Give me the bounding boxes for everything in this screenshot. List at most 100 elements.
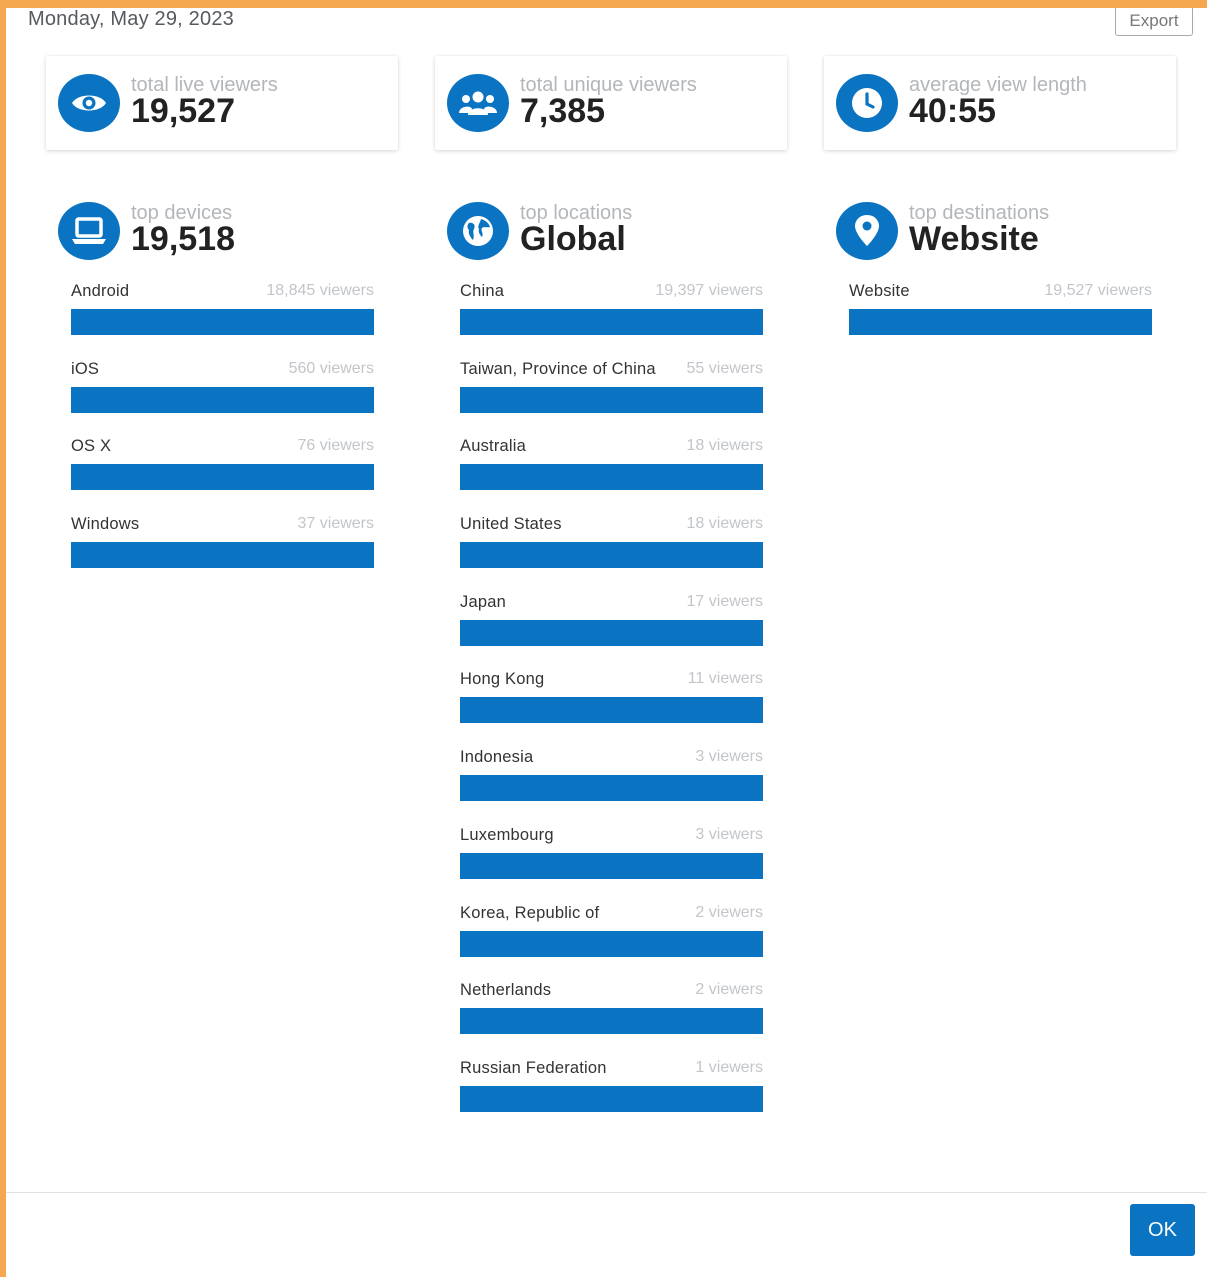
item-count: 2 viewers xyxy=(695,903,763,921)
laptop-icon xyxy=(58,202,120,260)
progress-bar xyxy=(71,464,374,491)
item-count: 76 viewers xyxy=(297,437,374,455)
list-item: Netherlands 2 viewers xyxy=(460,981,763,1059)
progress-bar xyxy=(460,542,763,569)
item-count: 17 viewers xyxy=(686,592,763,610)
item-name: Japan xyxy=(460,592,506,611)
item-name: Korea, Republic of xyxy=(460,903,600,922)
progress-bar xyxy=(71,542,374,569)
progress-bar-fill xyxy=(460,775,763,802)
item-count: 11 viewers xyxy=(687,670,763,688)
progress-bar-fill xyxy=(460,1008,763,1035)
item-name: Taiwan, Province of China xyxy=(460,359,656,378)
progress-bar-fill xyxy=(71,309,374,335)
eye-icon xyxy=(58,74,120,132)
progress-bar-fill xyxy=(460,542,763,569)
progress-bar-fill xyxy=(71,542,374,569)
item-name: Indonesia xyxy=(460,748,534,767)
item-count: 3 viewers xyxy=(695,748,763,766)
stat-value: 7,385 xyxy=(520,92,606,130)
ok-button[interactable]: OK xyxy=(1130,1204,1195,1256)
item-count: 18,845 viewers xyxy=(266,282,374,299)
location-list: China 19,397 viewers Taiwan, Province of C… xyxy=(460,282,763,1137)
progress-bar xyxy=(460,1085,763,1112)
footer-divider xyxy=(6,1192,1207,1193)
list-item: Android 18,845 viewers xyxy=(71,282,374,360)
live-viewers-card: total live viewers 19,527 xyxy=(46,56,398,150)
item-count: 55 viewers xyxy=(686,359,763,377)
progress-bar-fill xyxy=(460,697,763,724)
item-name: United States xyxy=(460,515,562,534)
users-icon xyxy=(447,74,509,132)
stat-value: 19,518 xyxy=(131,220,235,258)
list-item: Australia 18 viewers xyxy=(460,437,763,515)
stats-dialog: Monday, May 29, 2023 Export total live v… xyxy=(6,8,1207,1277)
item-name: Netherlands xyxy=(460,981,552,1000)
map-pin-icon xyxy=(836,202,898,260)
item-name: Windows xyxy=(71,515,140,534)
destination-list: Website 19,527 viewers xyxy=(849,282,1152,360)
list-item: Hong Kong 11 viewers xyxy=(460,670,763,748)
device-list: Android 18,845 viewers iOS 560 viewers OS X 7… xyxy=(71,282,374,593)
progress-bar xyxy=(460,464,763,491)
list-item: Luxembourg 3 viewers xyxy=(460,826,763,904)
progress-bar xyxy=(849,309,1152,335)
item-name: Hong Kong xyxy=(460,670,545,689)
item-name: China xyxy=(460,282,505,300)
stat-value: Global xyxy=(520,220,626,258)
item-count: 1 viewers xyxy=(695,1058,763,1076)
progress-bar-fill xyxy=(849,309,1152,335)
item-count: 19,397 viewers xyxy=(655,282,763,299)
list-item: OS X 76 viewers xyxy=(71,437,374,515)
progress-bar xyxy=(71,386,374,413)
list-item: Indonesia 3 viewers xyxy=(460,748,763,826)
progress-bar xyxy=(460,1008,763,1035)
progress-bar xyxy=(460,775,763,802)
list-item: China 19,397 viewers xyxy=(460,282,763,360)
item-count: 19,527 viewers xyxy=(1044,282,1152,299)
progress-bar xyxy=(460,852,763,879)
stat-value: Website xyxy=(909,220,1039,258)
progress-bar xyxy=(460,930,763,957)
export-button[interactable]: Export xyxy=(1115,8,1193,36)
progress-bar-fill xyxy=(460,309,763,335)
item-count: 3 viewers xyxy=(695,825,763,843)
report-date: Monday, May 29, 2023 xyxy=(28,8,234,30)
list-item: Website 19,527 viewers xyxy=(849,282,1152,360)
unique-viewers-card: total unique viewers 7,385 xyxy=(435,56,787,150)
item-count: 37 viewers xyxy=(297,515,374,533)
list-item: Windows 37 viewers xyxy=(71,515,374,593)
list-item: United States 18 viewers xyxy=(460,515,763,593)
list-item: Taiwan, Province of China 55 viewers xyxy=(460,360,763,438)
stat-value: 40:55 xyxy=(909,92,996,130)
progress-bar-fill xyxy=(71,386,374,413)
progress-bar xyxy=(71,309,374,335)
list-item: iOS 560 viewers xyxy=(71,360,374,438)
item-name: Russian Federation xyxy=(460,1058,607,1077)
progress-bar-fill xyxy=(460,852,763,879)
globe-icon xyxy=(447,202,509,260)
item-name: Website xyxy=(849,282,910,300)
item-name: Luxembourg xyxy=(460,825,554,844)
item-count: 2 viewers xyxy=(695,981,763,999)
item-name: OS X xyxy=(71,437,112,456)
view-length-card: average view length 40:55 xyxy=(824,56,1176,150)
item-name: iOS xyxy=(71,359,100,378)
progress-bar xyxy=(460,619,763,646)
item-name: Android xyxy=(71,282,130,300)
list-item: Korea, Republic of 2 viewers xyxy=(460,904,763,982)
progress-bar xyxy=(460,697,763,724)
progress-bar-fill xyxy=(460,464,763,491)
progress-bar xyxy=(460,309,763,335)
progress-bar-fill xyxy=(71,464,374,491)
progress-bar-fill xyxy=(460,1085,763,1112)
item-count: 18 viewers xyxy=(686,437,763,455)
progress-bar xyxy=(460,386,763,413)
item-name: Australia xyxy=(460,437,526,456)
progress-bar-fill xyxy=(460,386,763,413)
item-count: 18 viewers xyxy=(686,515,763,533)
clock-icon xyxy=(836,74,898,132)
progress-bar-fill xyxy=(460,930,763,957)
stat-value: 19,527 xyxy=(131,92,235,130)
list-item: Japan 17 viewers xyxy=(460,593,763,671)
